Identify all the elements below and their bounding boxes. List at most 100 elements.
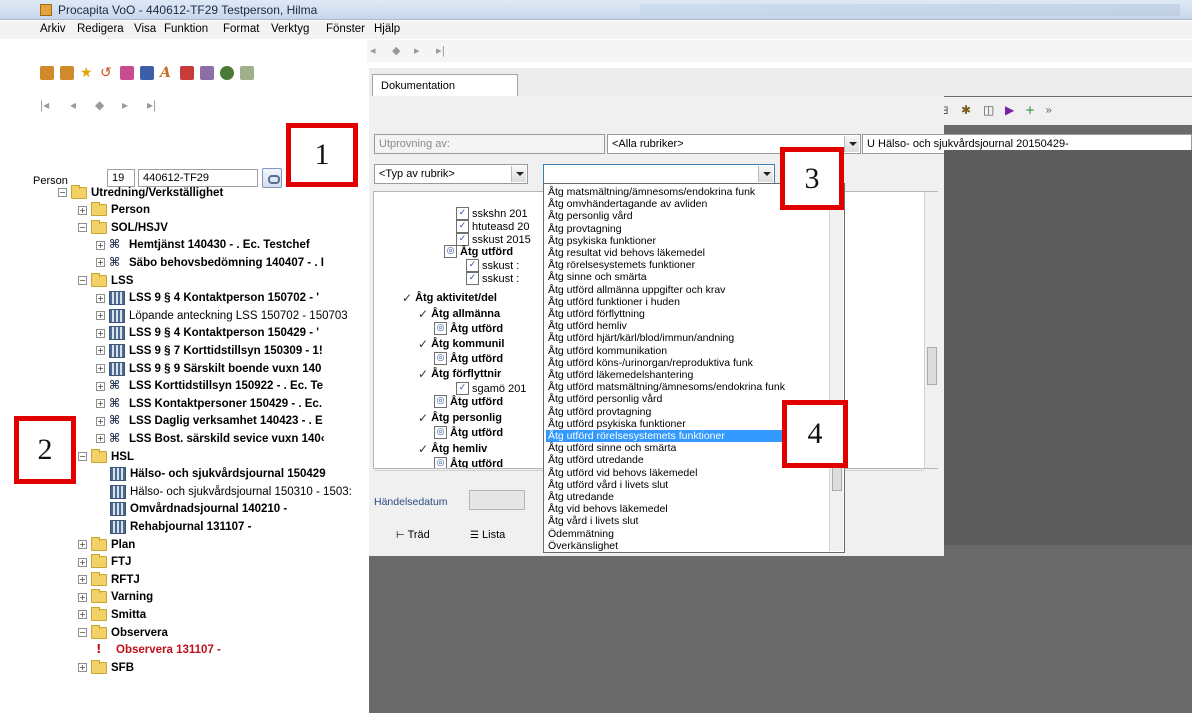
- tree-item[interactable]: Hälso- och sjukvårdsjournal 150310 - 150…: [110, 483, 352, 500]
- dropdown-item[interactable]: Åtg sinne och smärta: [546, 271, 829, 283]
- document-tree-item[interactable]: ◎ Åtg utförd: [434, 321, 503, 336]
- next-record-icon[interactable]: ▸: [414, 44, 428, 58]
- dropdown-item[interactable]: Åtg provtagning: [546, 223, 829, 235]
- expand-icon[interactable]: +: [96, 434, 105, 444]
- expand-icon[interactable]: +: [78, 663, 87, 673]
- person-card-icon[interactable]: [120, 66, 134, 80]
- attachment-icon[interactable]: ◫: [983, 103, 994, 117]
- expand-icon[interactable]: +: [78, 575, 87, 585]
- tree-item[interactable]: + LSS 9 § 7 Korttidstillsyn 150309 - 1!: [96, 342, 323, 359]
- document-tree-item[interactable]: ◎ Åtg utförd: [434, 456, 503, 468]
- tree-item[interactable]: + Person: [78, 202, 150, 219]
- tree-item[interactable]: + LSS 9 § 4 Kontaktperson 150429 - ': [96, 325, 319, 342]
- grid-icon[interactable]: [200, 66, 214, 80]
- list-icon[interactable]: [140, 66, 154, 80]
- expand-icon[interactable]: +: [96, 399, 105, 409]
- tree-item[interactable]: + Plan: [78, 536, 135, 553]
- expand-icon[interactable]: +: [96, 311, 105, 321]
- dropdown-item[interactable]: Åtg vård i livets slut: [546, 515, 829, 527]
- nav-next-icon[interactable]: ▸: [122, 98, 128, 112]
- dropdown-item[interactable]: Åtg psykiska funktioner: [546, 235, 829, 247]
- document-tree-item[interactable]: ◎ Åtg utförd: [444, 244, 513, 259]
- document-tree-item[interactable]: ✓ Åtg personlig: [418, 410, 502, 425]
- tree-item[interactable]: + ⌘ LSS Bost. särskild sevice vuxn 140‹: [96, 430, 325, 447]
- text-style-icon[interactable]: A: [160, 66, 174, 80]
- expand-icon[interactable]: +: [96, 346, 105, 356]
- dropdown-item[interactable]: Åtg utförd förflyttning: [546, 308, 829, 320]
- calendar-icon[interactable]: [180, 66, 194, 80]
- expand-icon[interactable]: +: [96, 328, 105, 338]
- dropdown-item[interactable]: Åtg utförd kommunikation: [546, 345, 829, 357]
- document-tree-item[interactable]: ✓ Åtg förflyttnir: [418, 366, 501, 381]
- refresh-icon[interactable]: ↺: [100, 66, 114, 80]
- scrollbar-thumb[interactable]: [927, 347, 937, 385]
- menu-format[interactable]: Format: [223, 23, 259, 35]
- sort-icon[interactable]: [40, 66, 54, 80]
- expand-icon[interactable]: +: [78, 557, 87, 567]
- tree-item[interactable]: + ⌘ LSS Kontaktpersoner 150429 - . Ec.: [96, 395, 322, 412]
- expand-icon[interactable]: +: [78, 205, 87, 215]
- tree-item[interactable]: + Löpande anteckning LSS 150702 - 150703: [96, 307, 348, 324]
- typ-av-rubrik-select[interactable]: <Typ av rubrik>: [374, 164, 528, 184]
- collapse-icon[interactable]: −: [78, 452, 87, 461]
- current-record-icon[interactable]: ◆: [392, 44, 406, 58]
- tree-item[interactable]: + SFB: [78, 659, 134, 676]
- tree-item[interactable]: + RFTJ: [78, 571, 140, 588]
- document-tree-item[interactable]: ◎ Åtg utförd: [434, 351, 503, 366]
- tree-item[interactable]: − SOL/HSJV: [78, 219, 168, 236]
- utprovning-select[interactable]: Utprovning av:: [374, 134, 605, 154]
- last-record-icon[interactable]: ▸|: [436, 44, 450, 58]
- collapse-icon[interactable]: −: [58, 188, 67, 197]
- menu-hjalp[interactable]: Hjälp: [374, 23, 400, 35]
- expand-icon[interactable]: +: [78, 610, 87, 620]
- tab-lista[interactable]: ☰ Lista: [470, 529, 505, 547]
- expand-icon[interactable]: +: [96, 364, 105, 373]
- nav-current-icon[interactable]: ◆: [95, 98, 104, 112]
- dropdown-item[interactable]: Åtg utförd hjärt/kärl/blod/immun/andning: [546, 332, 829, 344]
- tree-item[interactable]: Hälso- och sjukvårdsjournal 150429: [110, 466, 326, 483]
- expand-icon[interactable]: +: [96, 258, 105, 268]
- dropdown-item[interactable]: Åtg utförd köns-/urinorgan/reproduktiva …: [546, 357, 829, 369]
- tree-item[interactable]: + FTJ: [78, 554, 131, 571]
- tree-item[interactable]: + ⌘ Hemtjänst 140430 - . Ec. Testchef: [96, 237, 310, 254]
- dropdown-item[interactable]: Åtg utförd allmänna uppgifter och krav: [546, 284, 829, 296]
- dropdown-item[interactable]: Åtg utförd vård i livets slut: [546, 479, 829, 491]
- person-search-button[interactable]: [262, 168, 282, 188]
- tree-item[interactable]: + LSS 9 § 9 Särskilt boende vuxn 140: [96, 360, 321, 377]
- menu-redigera[interactable]: Redigera: [77, 23, 124, 35]
- filter-icon[interactable]: [60, 66, 74, 80]
- collapse-icon[interactable]: −: [78, 223, 87, 233]
- add-row-icon[interactable]: +: [1025, 103, 1035, 117]
- dropdown-item[interactable]: Ödemmätning: [546, 528, 829, 540]
- tree-item[interactable]: ! Observera 131107 -: [96, 642, 221, 659]
- dropdown-item[interactable]: Åtg resultat vid behovs läkemedel: [546, 247, 829, 259]
- previous-record-icon[interactable]: ◂: [370, 44, 384, 58]
- expand-icon[interactable]: +: [78, 592, 87, 602]
- menu-fonster[interactable]: Fönster: [326, 23, 365, 35]
- collapse-icon[interactable]: −: [78, 276, 87, 285]
- collapse-icon[interactable]: −: [78, 628, 87, 637]
- menu-arkiv[interactable]: Arkiv: [40, 23, 66, 35]
- tree-item[interactable]: − Utredning/Verkställighet: [58, 184, 223, 201]
- handelsedatum-field[interactable]: [469, 490, 525, 510]
- document-tree-scrollbar[interactable]: [924, 192, 938, 468]
- globe-icon[interactable]: [220, 66, 234, 80]
- tree-item[interactable]: + Varning: [78, 589, 153, 606]
- dropdown-item[interactable]: Åtg vid behovs läkemedel: [546, 503, 829, 515]
- tree-item[interactable]: − HSL: [78, 448, 134, 465]
- keyword-select[interactable]: [543, 164, 775, 184]
- tree-item[interactable]: + LSS 9 § 4 Kontaktperson 150702 - ': [96, 290, 319, 307]
- dropdown-item[interactable]: Åtg utförd matsmältning/ämnesoms/endokri…: [546, 381, 829, 393]
- tab-trad[interactable]: ⊢ Träd: [396, 529, 430, 547]
- tree-item[interactable]: Omvårdnadsjournal 140210 -: [110, 501, 287, 518]
- star-icon[interactable]: ★: [80, 66, 94, 80]
- document-tree-item[interactable]: ✓ Åtg allmänna: [418, 306, 500, 321]
- document-tree-item[interactable]: ✓ Åtg aktivitet/del: [402, 290, 497, 305]
- nav-first-icon[interactable]: |◂: [40, 98, 49, 112]
- menu-visa[interactable]: Visa: [134, 23, 156, 35]
- expand-icon[interactable]: +: [96, 381, 105, 391]
- play-icon[interactable]: ▶: [1005, 103, 1014, 117]
- document-tree-item[interactable]: ✓ Åtg kommunil: [418, 336, 504, 351]
- dropdown-item[interactable]: Överkänslighet: [546, 540, 829, 552]
- tab-dokumentation[interactable]: Dokumentation: [372, 74, 518, 97]
